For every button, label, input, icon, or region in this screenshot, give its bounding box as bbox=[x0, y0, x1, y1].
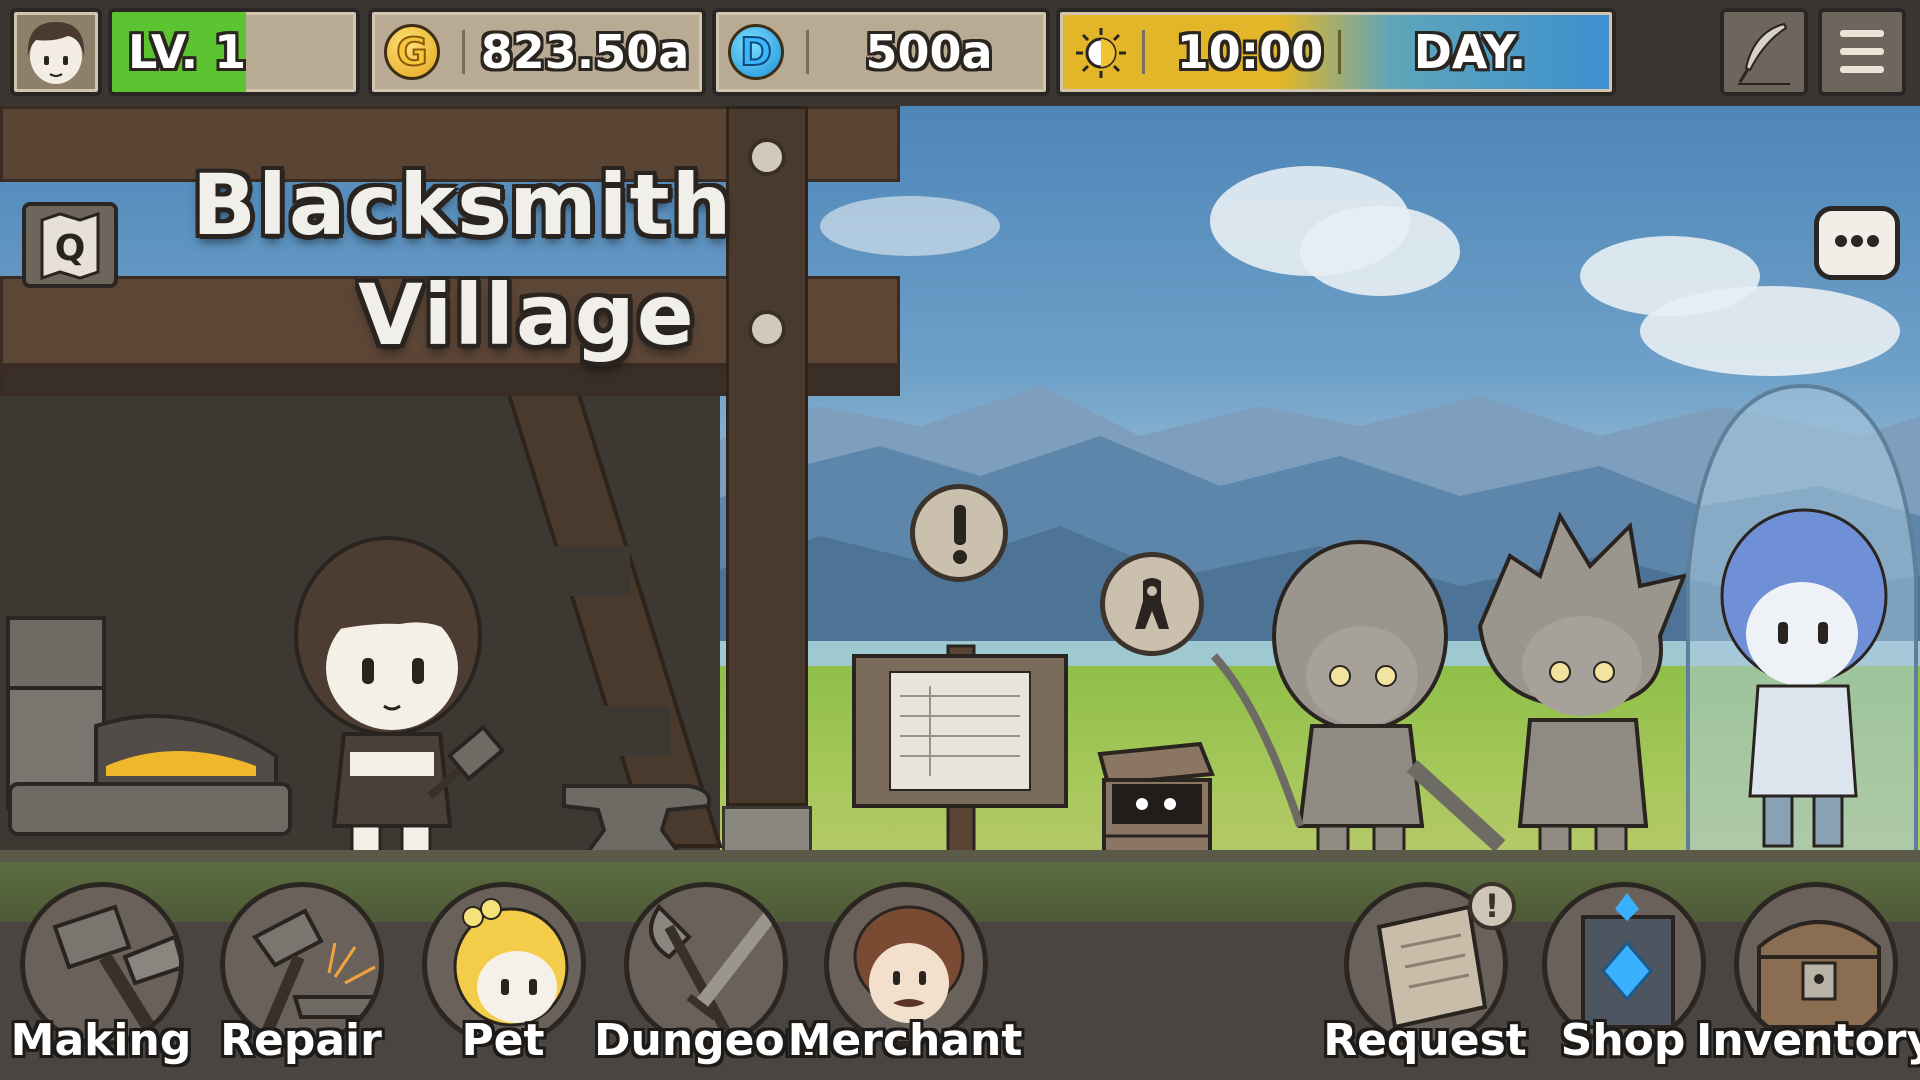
tool-icon bbox=[1135, 578, 1169, 629]
nav-making-button[interactable]: Making bbox=[11, 882, 191, 1072]
separator bbox=[1338, 30, 1341, 74]
nav-shop-button[interactable]: Shop bbox=[1534, 882, 1712, 1072]
location-title-line1: Blacksmith bbox=[192, 156, 734, 254]
nav-merchant-button[interactable]: Merchant bbox=[788, 882, 1022, 1072]
avatar-icon bbox=[27, 22, 85, 84]
blacksmith-building: Blacksmith Village bbox=[0, 106, 900, 862]
separator bbox=[806, 30, 809, 74]
sun-icon bbox=[1076, 28, 1126, 78]
quill-icon bbox=[1738, 22, 1790, 85]
separator bbox=[462, 30, 465, 74]
clock-time: 10:00 bbox=[1176, 25, 1324, 79]
stone-warrior-statue[interactable] bbox=[1460, 506, 1700, 862]
nav-dungeon-button[interactable]: Dungeon bbox=[594, 882, 816, 1072]
separator bbox=[1142, 30, 1145, 74]
day-counter: DAY. 365 bbox=[1413, 25, 1527, 79]
board-alert-bubble[interactable] bbox=[910, 484, 1008, 582]
chat-button[interactable] bbox=[1814, 206, 1900, 280]
diamond-currency[interactable]: D 500a bbox=[712, 8, 1050, 96]
player-avatar-button[interactable] bbox=[10, 8, 102, 96]
nav-request-button[interactable]: ! Request bbox=[1323, 882, 1527, 1072]
level-indicator[interactable]: LV. 1 bbox=[108, 8, 360, 96]
bolt bbox=[748, 310, 786, 348]
quest-button[interactable]: Q bbox=[22, 202, 118, 288]
blacksmith-character[interactable] bbox=[280, 526, 510, 862]
nav-inventory-label: Inventory bbox=[1696, 1015, 1920, 1066]
nav-inventory-button[interactable]: Inventory bbox=[1696, 882, 1920, 1072]
quest-board[interactable] bbox=[850, 636, 1070, 862]
frozen-character-crystal[interactable] bbox=[1684, 376, 1920, 862]
level-label: LV. 1 bbox=[128, 25, 247, 79]
bottom-nav-bar: Making Repair Pet Dungeon Merchant ! Req… bbox=[0, 862, 1920, 1080]
tool-bubble[interactable] bbox=[1100, 552, 1204, 656]
diamond-coin-icon: D bbox=[728, 24, 784, 80]
nav-merchant-label: Merchant bbox=[787, 1015, 1023, 1066]
post-base bbox=[722, 806, 812, 856]
gold-value: 823.50a bbox=[480, 25, 690, 79]
village-scene: Blacksmith Village Q bbox=[0, 106, 1920, 862]
ground-strip bbox=[0, 850, 1920, 862]
forge-furnace bbox=[6, 616, 292, 836]
location-title-line2: Village bbox=[358, 266, 696, 364]
top-hud: LV. 1 G 823.50a D 500a 10:00 DAY. 365 bbox=[0, 0, 1920, 110]
nav-repair-button[interactable]: Repair bbox=[212, 882, 390, 1072]
quest-map-icon: Q bbox=[40, 211, 100, 281]
quest-letter: Q bbox=[55, 228, 86, 269]
diamond-value: 500a bbox=[865, 25, 993, 79]
time-day-indicator: 10:00 DAY. 365 bbox=[1056, 8, 1616, 96]
nav-pet-button[interactable]: Pet bbox=[414, 882, 592, 1072]
gold-currency[interactable]: G 823.50a bbox=[368, 8, 706, 96]
request-alert-badge: ! bbox=[1468, 882, 1516, 930]
wooden-post bbox=[726, 106, 808, 806]
exclamation-icon bbox=[953, 505, 967, 564]
main-menu-button[interactable] bbox=[1818, 8, 1906, 96]
quill-button[interactable] bbox=[1720, 8, 1808, 96]
bolt bbox=[748, 138, 786, 176]
gold-coin-icon: G bbox=[384, 24, 440, 80]
